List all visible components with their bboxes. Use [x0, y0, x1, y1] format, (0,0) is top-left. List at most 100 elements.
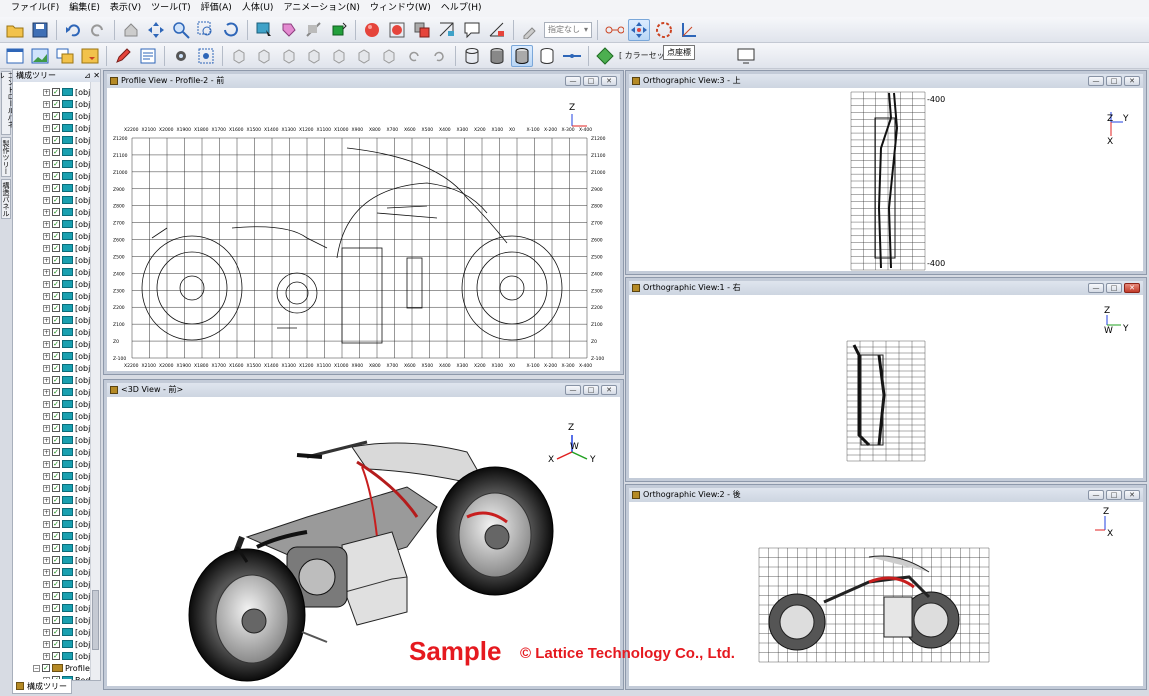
tree-expand-icon[interactable]: + — [43, 328, 50, 336]
menu-item[interactable]: 表示(V) — [105, 1, 146, 16]
measure-distance-button[interactable] — [436, 19, 458, 41]
tree-visibility-checkbox[interactable]: ✓ — [52, 520, 60, 528]
tree-visibility-checkbox[interactable]: ✓ — [52, 172, 60, 180]
panel-layout-1-button[interactable] — [4, 45, 26, 67]
tree-expand-icon[interactable]: + — [43, 388, 50, 396]
circle-tool-button[interactable] — [653, 19, 675, 41]
tree-expand-icon[interactable]: + — [43, 616, 50, 624]
minimize-button[interactable]: — — [565, 385, 581, 395]
tree-expand-icon[interactable]: + — [43, 184, 50, 192]
tree-visibility-checkbox[interactable]: ✓ — [52, 580, 60, 588]
tree-expand-icon[interactable]: + — [43, 496, 50, 504]
tree-expand-icon[interactable]: + — [43, 304, 50, 312]
maximize-button[interactable]: □ — [583, 76, 599, 86]
tree-expand-icon[interactable]: + — [43, 592, 50, 600]
tab-structure-tree[interactable]: 構成ツリー — [12, 679, 72, 694]
tree-visibility-checkbox[interactable]: ✓ — [52, 136, 60, 144]
right-view-titlebar[interactable]: Orthographic View:1 - 右 — □ ✕ — [629, 281, 1143, 295]
color-picker-button[interactable] — [519, 19, 541, 41]
top-view-titlebar[interactable]: Orthographic View:3 - 上 — □ ✕ — [629, 74, 1143, 88]
tree-visibility-checkbox[interactable]: ✓ — [52, 472, 60, 480]
close-button[interactable]: ✕ — [601, 385, 617, 395]
menu-item[interactable]: ツール(T) — [146, 1, 196, 16]
view-front-button[interactable] — [228, 45, 250, 67]
tree-expand-icon[interactable]: + — [43, 172, 50, 180]
back-view-titlebar[interactable]: Orthographic View:2 - 後 — □ ✕ — [629, 488, 1143, 502]
point-coordinate-button[interactable] — [628, 18, 651, 41]
tree-visibility-checkbox[interactable]: ✓ — [52, 88, 60, 96]
tree-visibility-checkbox[interactable]: ✓ — [52, 556, 60, 564]
display-shaded-edge-button[interactable] — [511, 44, 533, 67]
maximize-button[interactable]: □ — [1106, 283, 1122, 293]
line-style-button[interactable] — [561, 45, 583, 67]
tree-visibility-checkbox[interactable]: ✓ — [52, 292, 60, 300]
view-left-button[interactable] — [278, 45, 300, 67]
zoom-button[interactable] — [170, 19, 192, 41]
tree-item[interactable]: − ✓ Profile_ — [33, 662, 94, 674]
view-camera-button[interactable] — [170, 45, 192, 67]
tree-expand-icon[interactable]: + — [43, 160, 50, 168]
tree-visibility-checkbox[interactable]: ✓ — [52, 436, 60, 444]
tree-visibility-checkbox[interactable]: ✓ — [52, 496, 60, 504]
menu-item[interactable]: 人体(U) — [237, 1, 279, 16]
tree-expand-icon[interactable]: + — [43, 640, 50, 648]
tree-visibility-checkbox[interactable]: ✓ — [52, 424, 60, 432]
right-view-window[interactable]: Orthographic View:1 - 右 — □ ✕ Z W Y — [625, 277, 1147, 482]
tree-visibility-checkbox[interactable]: ✓ — [52, 448, 60, 456]
view-rotate-right-button[interactable] — [428, 45, 450, 67]
tree-visibility-checkbox[interactable]: ✓ — [52, 616, 60, 624]
tree-visibility-checkbox[interactable]: ✓ — [52, 460, 60, 468]
tree-visibility-checkbox[interactable]: ✓ — [52, 340, 60, 348]
maximize-button[interactable]: □ — [583, 385, 599, 395]
tree-expand-icon[interactable]: + — [43, 340, 50, 348]
tree-expand-icon[interactable]: + — [43, 520, 50, 528]
menu-item[interactable]: 評価(A) — [196, 1, 237, 16]
filter-combo[interactable]: 指定なし ▾ — [544, 21, 593, 38]
view-iso-button[interactable] — [378, 45, 400, 67]
display-wire-button[interactable] — [461, 45, 483, 67]
tree-visibility-checkbox[interactable]: ✓ — [52, 316, 60, 324]
pen-tool-button[interactable] — [112, 45, 134, 67]
tree-expand-icon[interactable]: + — [43, 280, 50, 288]
tree-visibility-checkbox[interactable]: ✓ — [52, 148, 60, 156]
tree-visibility-checkbox[interactable]: ✓ — [52, 364, 60, 372]
pan-button[interactable] — [145, 19, 167, 41]
tree-visibility-checkbox[interactable]: ✓ — [52, 280, 60, 288]
menu-item[interactable]: 編集(E) — [64, 1, 105, 16]
close-button[interactable]: ✕ — [1124, 283, 1140, 293]
tree-expand-icon[interactable]: + — [43, 556, 50, 564]
move-part-button[interactable] — [328, 19, 350, 41]
tree-visibility-checkbox[interactable]: ✓ — [52, 208, 60, 216]
tree-expand-icon[interactable]: + — [43, 436, 50, 444]
tree-expand-icon[interactable]: + — [43, 472, 50, 480]
tree-visibility-checkbox[interactable]: ✓ — [52, 328, 60, 336]
tree-expand-icon[interactable]: + — [43, 412, 50, 420]
tree-visibility-checkbox[interactable]: ✓ — [52, 628, 60, 636]
tree-visibility-checkbox[interactable]: ✓ — [52, 304, 60, 312]
close-button[interactable]: ✕ — [1124, 490, 1140, 500]
tree-visibility-checkbox[interactable]: ✓ — [52, 196, 60, 204]
tree-visibility-checkbox[interactable]: ✓ — [42, 664, 50, 672]
tree-expand-icon[interactable]: + — [43, 196, 50, 204]
tree-expand-icon[interactable]: + — [43, 580, 50, 588]
maximize-button[interactable]: □ — [1106, 76, 1122, 86]
tree-visibility-checkbox[interactable]: ✓ — [52, 268, 60, 276]
tree-expand-icon[interactable]: + — [43, 292, 50, 300]
right-view-canvas[interactable]: Z W Y — [629, 295, 1143, 478]
measure-angle-button[interactable] — [486, 19, 508, 41]
tree-expand-icon[interactable]: + — [43, 532, 50, 540]
tree-visibility-checkbox[interactable]: ✓ — [52, 412, 60, 420]
menu-item[interactable]: ヘルプ(H) — [436, 1, 487, 16]
profile-view-canvas[interactable]: X2200 X2100 X2000 X1900 X1800 X1700 X1600 X1500… — [107, 88, 620, 371]
redo-button[interactable] — [87, 19, 109, 41]
view-right-button[interactable] — [303, 45, 325, 67]
tree-expand-icon[interactable]: + — [43, 424, 50, 432]
tree-expand-icon[interactable]: + — [43, 244, 50, 252]
tree-expand-icon[interactable]: − — [33, 664, 40, 672]
tree-visibility-checkbox[interactable]: ✓ — [52, 604, 60, 612]
minimize-button[interactable]: — — [1088, 490, 1104, 500]
monitor-button[interactable] — [735, 45, 757, 67]
tree-visibility-checkbox[interactable]: ✓ — [52, 592, 60, 600]
tree-expand-icon[interactable]: + — [43, 568, 50, 576]
tree-visibility-checkbox[interactable]: ✓ — [52, 388, 60, 396]
